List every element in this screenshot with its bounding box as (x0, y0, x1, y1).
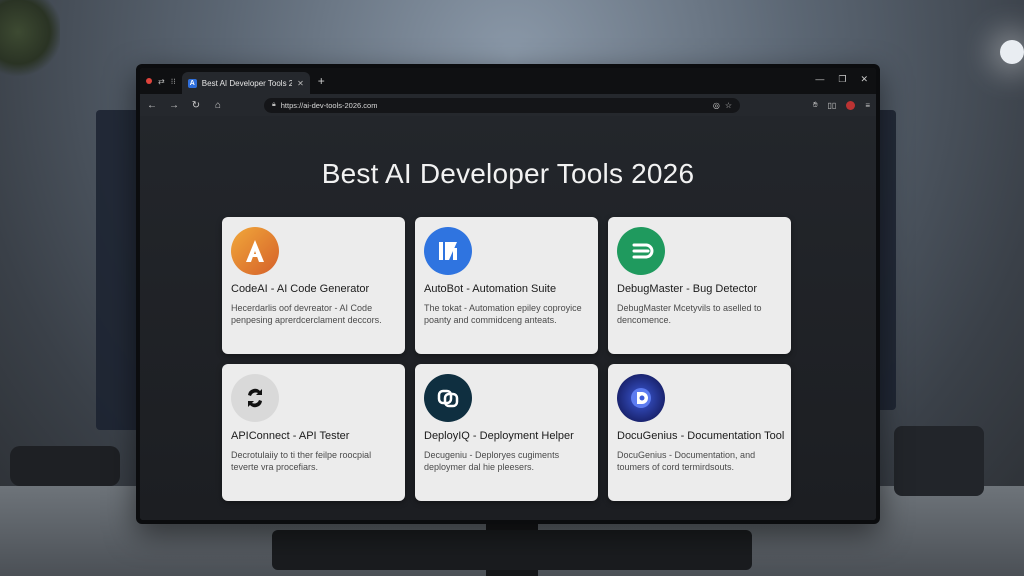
background-plant (0, 0, 60, 80)
autobot-logo-icon (424, 227, 472, 275)
tool-description: Decrotulaiiy to ti ther feilpe roocpial … (231, 450, 372, 472)
toolbar-actions: ✋︎ ▯▯ ≡ (813, 100, 870, 110)
browser-logo-icon (146, 78, 152, 84)
bookmark-star-icon[interactable]: ☆ (725, 101, 732, 110)
tool-description: DocuGenius - Documentation, and toumers … (617, 450, 756, 472)
minimize-icon[interactable]: — (815, 74, 824, 85)
docugenius-logo-icon (617, 374, 665, 422)
tool-card-apiconnect[interactable]: APIConnect - API Tester Decrotulaiiy to … (222, 364, 405, 501)
background-device (10, 446, 120, 486)
tab-search-icon[interactable]: ⇄ (158, 77, 165, 86)
codeai-logo-icon (231, 227, 279, 275)
deployiq-logo-icon (424, 374, 472, 422)
background-lamp (1000, 40, 1024, 64)
tab-bar: ⇄ ⁝⁝ A Best AI Developer Tools 2026 ✕ + … (140, 68, 876, 94)
debugmaster-logo-icon (617, 227, 665, 275)
lock-icon: 🔒︎ (272, 101, 276, 108)
menu-icon[interactable]: ≡ (865, 101, 870, 110)
close-window-icon[interactable]: ✕ (860, 74, 868, 85)
tool-card-autobot[interactable]: AutoBot - Automation Suite The tokat - A… (415, 217, 598, 354)
reload-icon[interactable]: ↻ (190, 100, 202, 111)
tool-name: DeployIQ - Deployment Helper (424, 430, 574, 442)
apiconnect-logo-icon (231, 374, 279, 422)
keyboard (272, 530, 752, 570)
window-controls: — ❐ ✕ (815, 74, 868, 85)
tool-description: DebugMaster Mcetyvils to aselled to denc… (617, 303, 762, 325)
sidebar-icon[interactable]: ▯▯ (828, 101, 837, 110)
tool-name: CodeAI - AI Code Generator (231, 283, 370, 295)
tool-description: Hecerdarlis oof devreator - AI Code penp… (231, 303, 382, 325)
background-speaker (894, 426, 984, 496)
tool-name: DebugMaster - Bug Detector (617, 283, 758, 295)
url-text[interactable]: https://ai-dev-tools-2026.com (281, 101, 708, 110)
address-bar[interactable]: 🔒︎ https://ai-dev-tools-2026.com ◎ ☆ (264, 97, 740, 113)
tool-card-codeai[interactable]: CodeAI - AI Code Generator Hecerdarlis o… (222, 217, 405, 354)
tool-name: AutoBot - Automation Suite (424, 283, 557, 295)
extensions-icon[interactable]: ✋︎ (813, 100, 818, 110)
tool-card-docugenius[interactable]: DocuGenius - Documentation Tool DocuGeni… (608, 364, 791, 501)
tab-controls: ⇄ ⁝⁝ (146, 77, 176, 86)
tool-card-deployiq[interactable]: DeployIQ - Deployment Helper Decugeniu -… (415, 364, 598, 501)
tab-active[interactable]: A Best AI Developer Tools 2026 ✕ (181, 72, 310, 94)
tools-grid: CodeAI - AI Code Generator Hecerdarlis o… (222, 217, 792, 501)
page-title: Best AI Developer Tools 2026 (321, 158, 695, 189)
tool-name: APIConnect - API Tester (231, 430, 350, 442)
tool-description: Decugeniu - Deploryes cugiments deployme… (424, 450, 560, 472)
tool-description: The tokat - Automation epiley coproyice … (424, 303, 582, 325)
forward-icon[interactable]: → (168, 100, 180, 111)
browser-window: ⇄ ⁝⁝ A Best AI Developer Tools 2026 ✕ + … (140, 68, 876, 520)
tab-menu-icon[interactable]: ⁝⁝ (171, 77, 176, 86)
back-icon[interactable]: ← (146, 100, 158, 111)
profile-avatar[interactable] (846, 100, 856, 110)
web-page: Best AI Developer Tools 2026 CodeAI - AI… (140, 116, 876, 520)
browser-toolbar: ← → ↻ ⌂ 🔒︎ https://ai-dev-tools-2026.com… (140, 94, 876, 116)
home-icon[interactable]: ⌂ (212, 100, 224, 111)
maximize-icon[interactable]: ❐ (838, 74, 846, 85)
tool-name: DocuGenius - Documentation Tool (617, 430, 785, 442)
tab-close-icon[interactable]: ✕ (297, 79, 304, 88)
tool-card-debugmaster[interactable]: DebugMaster - Bug Detector DebugMaster M… (608, 217, 791, 354)
new-tab-button[interactable]: + (318, 74, 325, 88)
monitor: ⇄ ⁝⁝ A Best AI Developer Tools 2026 ✕ + … (136, 64, 880, 524)
favicon-icon: A (187, 78, 197, 88)
tab-title: Best AI Developer Tools 2026 (201, 78, 293, 88)
site-info-icon[interactable]: ◎ (713, 101, 720, 110)
